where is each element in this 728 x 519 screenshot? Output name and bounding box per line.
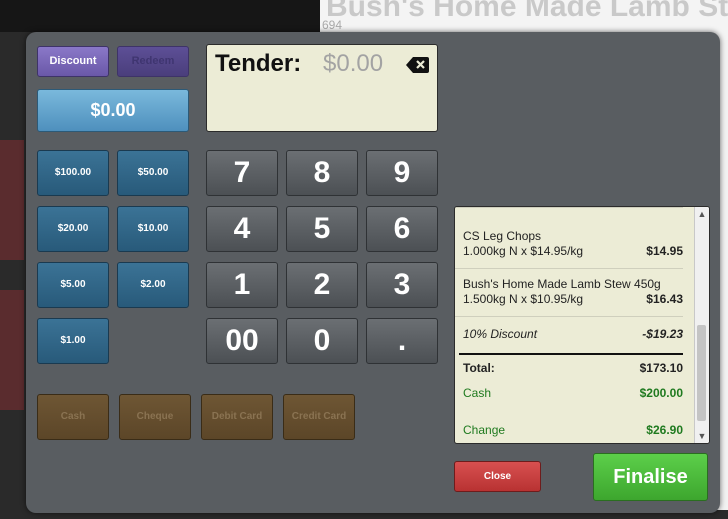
divider [455,207,683,208]
product-title: Bush's Home Made Lamb Ste [326,0,728,23]
keypad-button[interactable]: 9 [366,150,438,196]
cash-amount: $200.00 [639,386,683,400]
denomination-button[interactable]: $100.00 [37,150,109,196]
tender-value: $0.00 [323,50,384,77]
product-thumbnail [0,290,24,410]
keypad-button[interactable]: 5 [286,206,358,252]
receipt-item-amount: $16.43 [646,292,683,306]
divider [455,316,683,317]
denomination-button[interactable]: $5.00 [37,262,109,308]
keypad-button[interactable]: 1 [206,262,278,308]
change-amount: $26.90 [646,423,683,437]
receipt-item-amount: $14.95 [646,244,683,258]
tender-display: Tender: $0.00 [206,44,438,132]
discount-label: 10% Discount [463,327,538,341]
discount-amount: -$19.23 [642,327,683,341]
cheque-tender-button[interactable]: Cheque [119,394,191,440]
total-divider [459,353,683,355]
scroll-up-icon[interactable]: ▲ [695,207,709,221]
redeem-button[interactable]: Redeem [117,46,189,77]
receipt-item-name: Bush's Home Made Lamb Stew 450g [463,277,661,291]
close-button[interactable]: Close [454,461,541,492]
keypad-button[interactable]: 2 [286,262,358,308]
receipt-item-detail: 1.000kg N x $14.95/kg [463,244,584,258]
tender-label: Tender: [215,50,302,77]
backspace-icon[interactable] [406,57,429,73]
cash-tender-button[interactable]: Cash [37,394,109,440]
change-label: Change [463,423,506,437]
payment-dialog: Discount Redeem $0.00 Tender: $0.00 $100… [26,32,720,513]
denomination-button[interactable]: $50.00 [117,150,189,196]
receipt-item-detail: 1.500kg N x $10.95/kg [463,292,584,306]
finalise-button[interactable]: Finalise [593,453,708,501]
credit-card-tender-button[interactable]: Credit Card [283,394,355,440]
receipt-scrollbar[interactable]: ▲ ▼ [694,207,709,443]
denomination-button[interactable]: $1.00 [37,318,109,364]
denomination-button[interactable]: $2.00 [117,262,189,308]
keypad-button[interactable]: 00 [206,318,278,364]
total-label: Total: [463,361,495,375]
cash-label: Cash [463,386,492,400]
keypad-button[interactable]: 0 [286,318,358,364]
keypad-button[interactable]: 8 [286,150,358,196]
denomination-button[interactable]: $20.00 [37,206,109,252]
total-amount: $173.10 [639,361,683,375]
keypad-button[interactable]: 7 [206,150,278,196]
keypad-button[interactable]: 3 [366,262,438,308]
keypad-button[interactable]: 6 [366,206,438,252]
debit-card-tender-button[interactable]: Debit Card [201,394,273,440]
denomination-button[interactable]: $10.00 [117,206,189,252]
scroll-down-icon[interactable]: ▼ [695,429,709,443]
divider [455,268,683,269]
product-code: 694 [322,18,343,32]
scroll-thumb[interactable] [697,325,706,421]
amount-display-button[interactable]: $0.00 [37,89,189,132]
product-thumbnail [0,140,24,260]
receipt-item-name: CS Leg Chops [463,229,542,243]
keypad-button[interactable]: 4 [206,206,278,252]
discount-button[interactable]: Discount [37,46,109,77]
receipt-panel[interactable]: CS Leg Chops 1.000kg N x $14.95/kg $14.9… [454,206,710,444]
keypad-button[interactable]: . [366,318,438,364]
receipt-list: CS Leg Chops 1.000kg N x $14.95/kg $14.9… [455,207,689,443]
